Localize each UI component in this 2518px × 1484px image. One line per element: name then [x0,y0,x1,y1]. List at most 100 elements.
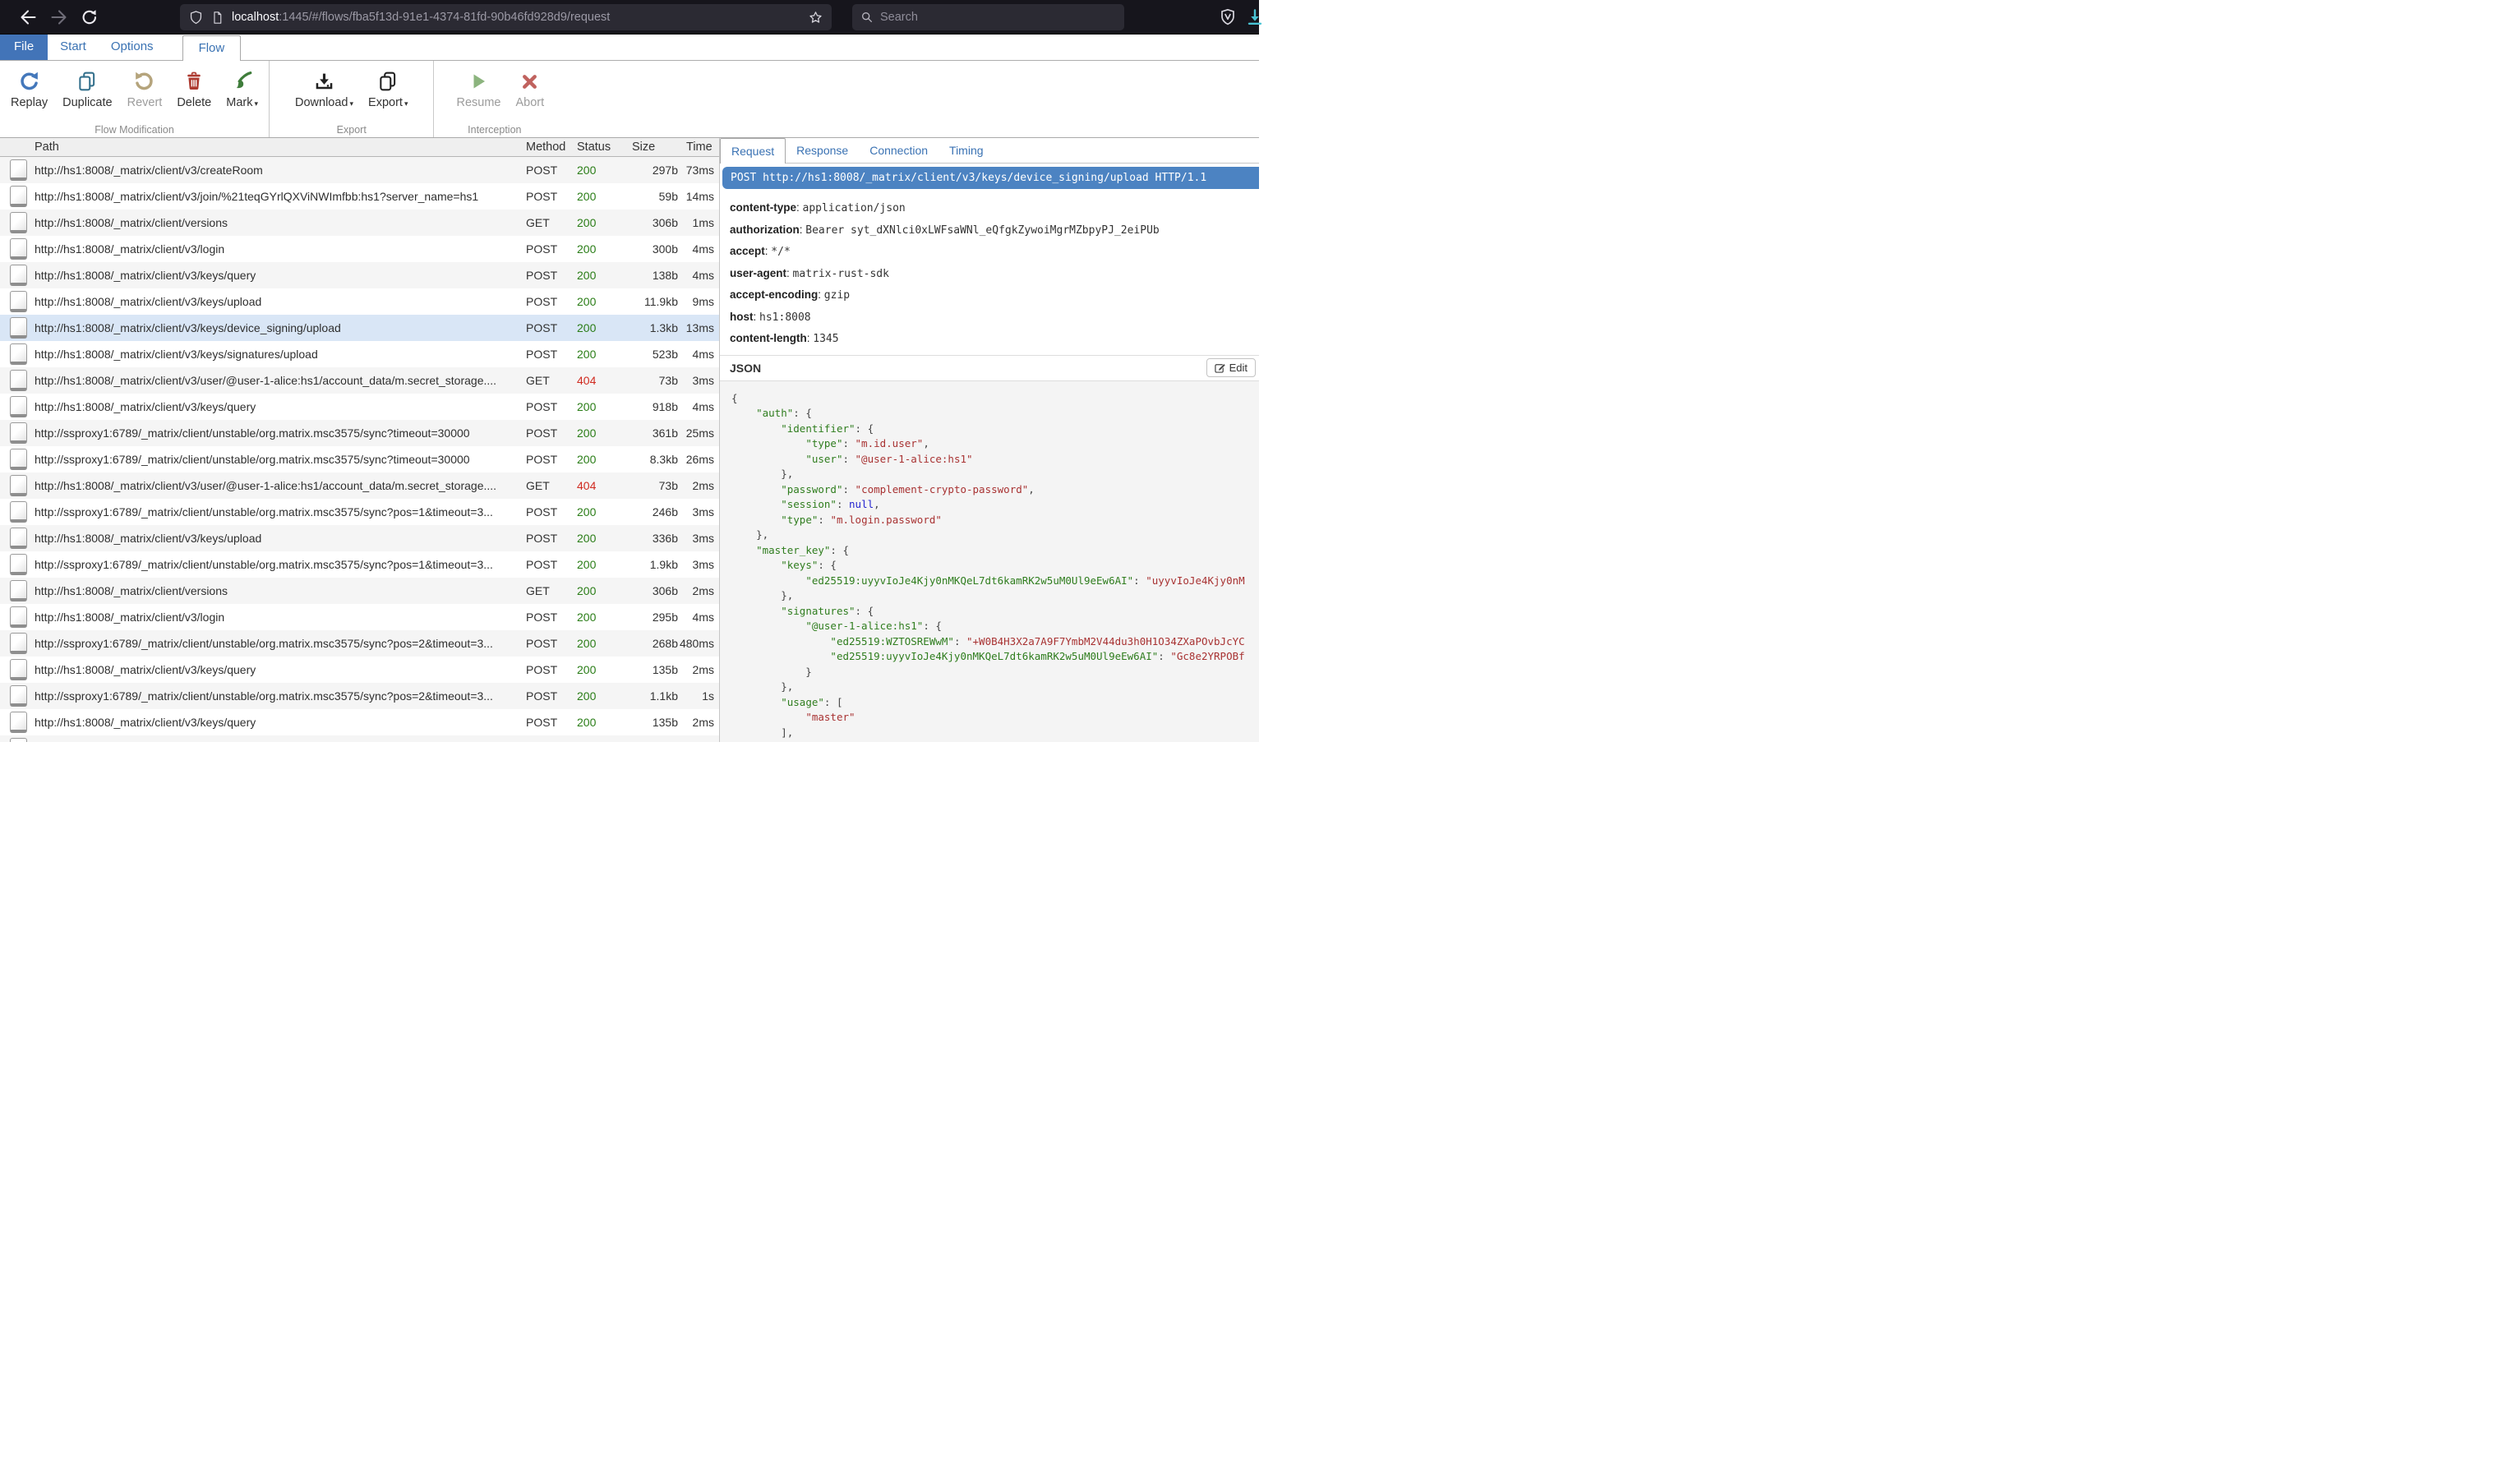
table-row-partial[interactable] [0,735,719,742]
detail-tab[interactable]: Connection [859,138,938,163]
toolbar-group-export: Download▾ Export▾ Export [270,61,434,137]
table-row[interactable]: http://ssproxy1:6789/_matrix/client/unst… [0,499,719,525]
table-row[interactable]: http://hs1:8008/_matrix/client/v3/keys/u… [0,525,719,551]
flow-doc-icon [10,317,27,339]
abort-button[interactable]: Abort [508,67,551,111]
detail-tab[interactable]: Timing [938,138,994,163]
flow-doc-icon [10,291,27,312]
flow-doc-icon [10,685,27,707]
table-row[interactable]: http://hs1:8008/_matrix/client/v3/create… [0,157,719,183]
flow-status: 200 [577,663,622,676]
table-row[interactable]: http://hs1:8008/_matrix/client/v3/keys/q… [0,709,719,735]
table-row[interactable]: http://hs1:8008/_matrix/client/versions … [0,210,719,236]
json-code-line: "session": null, [731,497,1259,513]
extension-shield-icon[interactable] [1218,7,1238,27]
table-row[interactable]: http://hs1:8008/_matrix/client/v3/keys/q… [0,394,719,420]
menu-tab[interactable]: Options [99,34,166,60]
url-bar[interactable]: localhost:1445/#/flows/fba5f13d-91e1-437… [180,4,832,30]
flow-doc-icon [10,343,27,365]
table-row[interactable]: http://hs1:8008/_matrix/client/v3/login … [0,236,719,262]
revert-button[interactable]: Revert [120,67,170,111]
flow-time: 73ms [678,164,719,177]
table-row[interactable]: http://hs1:8008/_matrix/client/v3/keys/s… [0,341,719,367]
flow-toolbar: Replay Duplicate Revert Delete Mark▾ Flo… [0,61,1259,138]
table-row[interactable]: http://ssproxy1:6789/_matrix/client/unst… [0,630,719,657]
flow-size: 246b [622,505,678,518]
table-row[interactable]: http://hs1:8008/_matrix/client/v3/keys/q… [0,262,719,288]
table-row[interactable]: http://ssproxy1:6789/_matrix/client/unst… [0,420,719,446]
table-row[interactable]: http://hs1:8008/_matrix/client/v3/login … [0,604,719,630]
flow-method: POST [526,663,577,676]
flow-size: 11.9kb [622,295,678,308]
detail-tab[interactable]: Response [786,138,859,163]
flow-status: 200 [577,558,622,571]
header-line[interactable]: content-typeapplication/json [720,197,1259,219]
flow-method: POST [526,558,577,571]
resume-button[interactable]: Resume [449,67,508,111]
header-line[interactable]: content-length1345 [720,328,1259,350]
flow-size: 8.3kb [622,453,678,466]
flow-status: 200 [577,295,622,308]
header-line[interactable]: accept*/* [720,241,1259,263]
flow-time: 4ms [678,400,719,413]
downloads-icon[interactable] [1245,7,1265,27]
url-text[interactable]: localhost:1445/#/flows/fba5f13d-91e1-437… [232,11,808,24]
delete-button[interactable]: Delete [169,67,219,111]
json-code-line: "password": "complement-crypto-password"… [731,482,1259,498]
flow-path: http://hs1:8008/_matrix/client/versions [35,216,526,229]
page-info-icon[interactable] [210,11,224,25]
url-path: :1445/#/flows/fba5f13d-91e1-4374-81fd-90… [279,11,610,24]
json-body[interactable]: { "auth": { "identifier": { "type": "m.i… [720,380,1259,743]
header-line[interactable]: accept-encodinggzip [720,284,1259,306]
back-icon[interactable] [18,7,38,27]
table-row[interactable]: http://hs1:8008/_matrix/client/v3/keys/d… [0,315,719,341]
column-header-time[interactable]: Time [678,141,719,154]
export-button[interactable]: Export▾ [361,67,415,111]
browser-toolbar: localhost:1445/#/flows/fba5f13d-91e1-437… [0,0,1259,35]
menu-tab[interactable]: File [0,34,48,60]
column-header-size[interactable]: Size [622,141,678,154]
detail-tab[interactable]: Request [720,138,786,164]
flow-status: 404 [577,479,622,492]
table-row[interactable]: http://hs1:8008/_matrix/client/v3/user/@… [0,367,719,394]
column-header-path[interactable]: Path [0,141,526,154]
flow-time: 2ms [678,479,719,492]
header-value: matrix-rust-sdk [793,268,889,280]
duplicate-button[interactable]: Duplicate [55,67,119,111]
replay-button[interactable]: Replay [3,67,55,111]
menu-tab[interactable]: Start [48,34,99,60]
table-row[interactable]: http://hs1:8008/_matrix/client/v3/user/@… [0,472,719,499]
table-row[interactable]: http://hs1:8008/_matrix/client/v3/join/%… [0,183,719,210]
reload-icon[interactable] [80,7,99,27]
header-line[interactable]: authorizationBearer syt_dXNlci0xLWFsaWNl… [720,219,1259,242]
table-row[interactable]: http://hs1:8008/_matrix/client/v3/keys/u… [0,288,719,315]
json-code-line: }, [731,588,1259,604]
json-code-line: }, [731,467,1259,482]
bookmark-star-icon[interactable] [808,10,823,25]
table-row[interactable]: http://hs1:8008/_matrix/client/versions … [0,578,719,604]
flow-size: 297b [622,164,678,177]
table-row[interactable]: http://ssproxy1:6789/_matrix/client/unst… [0,446,719,472]
flow-method: POST [526,164,577,177]
table-row[interactable]: http://ssproxy1:6789/_matrix/client/unst… [0,683,719,709]
download-button[interactable]: Download▾ [288,67,361,111]
edit-button[interactable]: Edit [1206,358,1256,377]
flow-rows: http://hs1:8008/_matrix/client/v3/create… [0,157,719,742]
mark-button[interactable]: Mark▾ [219,67,265,111]
table-row[interactable]: http://ssproxy1:6789/_matrix/client/unst… [0,551,719,578]
forward-icon[interactable] [49,7,69,27]
column-header-status[interactable]: Status [577,141,622,154]
column-header-method[interactable]: Method [526,141,577,154]
menu-tab[interactable]: Flow [182,35,242,61]
search-input[interactable] [880,11,1086,24]
shield-permissions-icon[interactable] [188,10,204,25]
search-bar[interactable] [852,4,1124,30]
json-code-line: "type": "m.login.password" [731,513,1259,528]
header-line[interactable]: hosths1:8008 [720,306,1259,329]
table-row[interactable]: http://hs1:8008/_matrix/client/v3/keys/q… [0,657,719,683]
flow-time: 26ms [678,453,719,466]
flow-list-header[interactable]: Path Method Status Size Time [0,138,719,157]
header-line[interactable]: user-agentmatrix-rust-sdk [720,263,1259,285]
flow-time: 3ms [678,374,719,387]
request-first-line[interactable]: POST http://hs1:8008/_matrix/client/v3/k… [722,167,1259,189]
